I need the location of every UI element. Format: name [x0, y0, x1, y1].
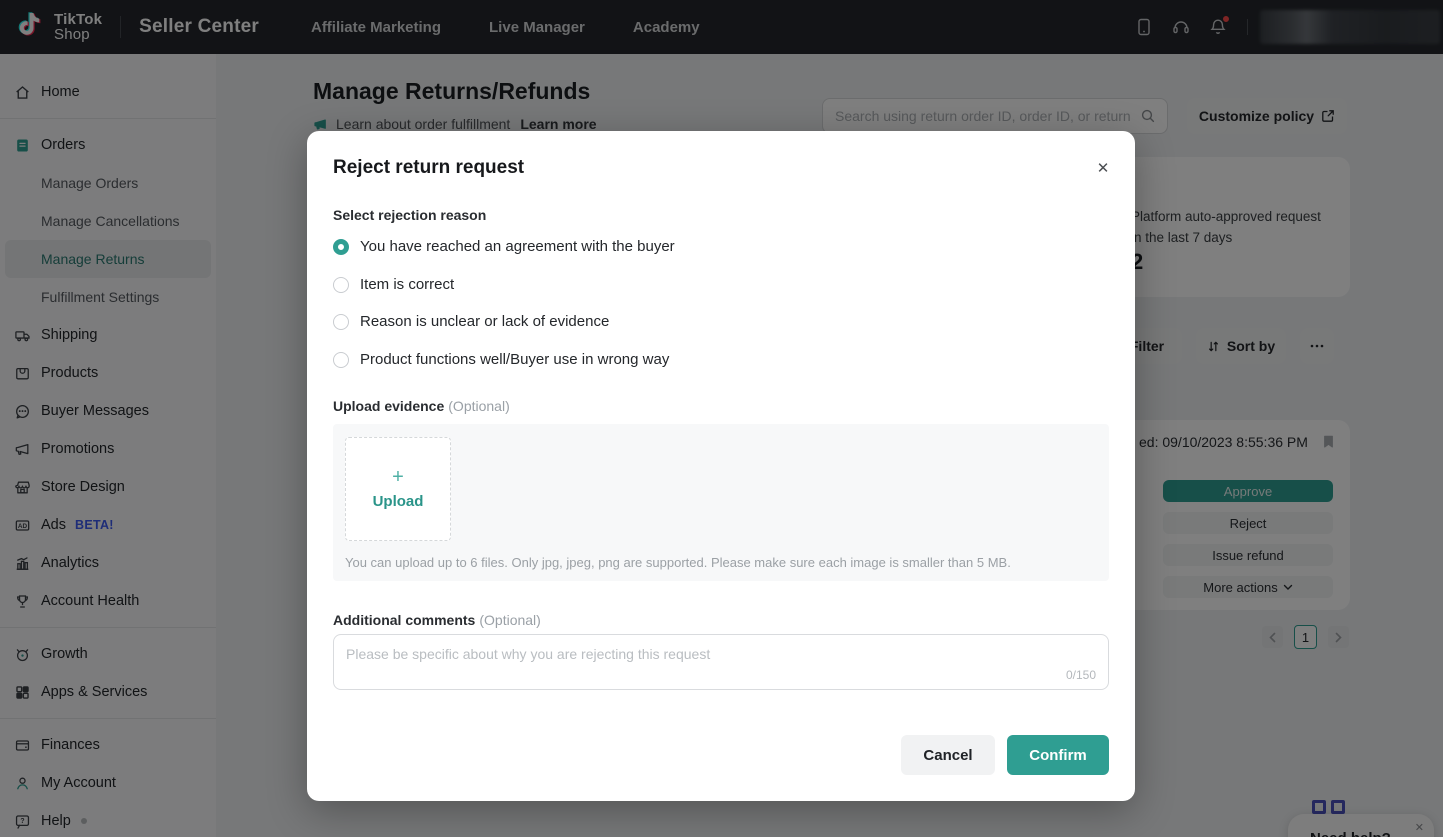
plus-icon: + [392, 468, 404, 486]
reason-option-label: Product functions well/Buyer use in wron… [360, 351, 669, 368]
upload-evidence-label: Upload evidence(Optional) [333, 398, 510, 414]
confirm-button[interactable]: Confirm [1007, 735, 1109, 775]
reason-option-agreement[interactable]: You have reached an agreement with the b… [333, 238, 675, 255]
upload-dropzone[interactable]: + Upload [345, 437, 451, 541]
app-screen: TikTok Shop Seller Center Affiliate Mark… [0, 0, 1443, 837]
radio-selected-icon[interactable] [333, 239, 349, 255]
cancel-button[interactable]: Cancel [901, 735, 995, 775]
reason-option-label: Reason is unclear or lack of evidence [360, 313, 609, 330]
char-counter: 0/150 [1066, 668, 1096, 682]
radio-unselected-icon[interactable] [333, 352, 349, 368]
reason-option-wrong-use[interactable]: Product functions well/Buyer use in wron… [333, 351, 669, 368]
upload-hint-text: You can upload up to 6 files. Only jpg, … [345, 555, 1011, 570]
modal-close-icon[interactable]: ✕ [1090, 155, 1116, 181]
upload-button-label: Upload [373, 493, 424, 510]
rejection-reason-label: Select rejection reason [333, 207, 486, 223]
modal-title: Reject return request [333, 157, 524, 179]
additional-comments-label: Additional comments(Optional) [333, 612, 541, 628]
reason-option-label: Item is correct [360, 276, 454, 293]
comments-textarea[interactable] [334, 635, 1108, 671]
upload-panel: + Upload You can upload up to 6 files. O… [333, 424, 1109, 581]
reason-option-item-correct[interactable]: Item is correct [333, 276, 454, 293]
reason-option-label: You have reached an agreement with the b… [360, 238, 675, 255]
comments-field-wrap: 0/150 [333, 634, 1109, 690]
upload-optional-text: (Optional) [448, 398, 509, 414]
additional-comments-text: Additional comments [333, 612, 475, 628]
reject-return-modal: Reject return request ✕ Select rejection… [307, 131, 1135, 801]
radio-unselected-icon[interactable] [333, 314, 349, 330]
upload-evidence-text: Upload evidence [333, 398, 444, 414]
reason-option-unclear[interactable]: Reason is unclear or lack of evidence [333, 313, 609, 330]
comments-optional-text: (Optional) [479, 612, 540, 628]
radio-unselected-icon[interactable] [333, 277, 349, 293]
